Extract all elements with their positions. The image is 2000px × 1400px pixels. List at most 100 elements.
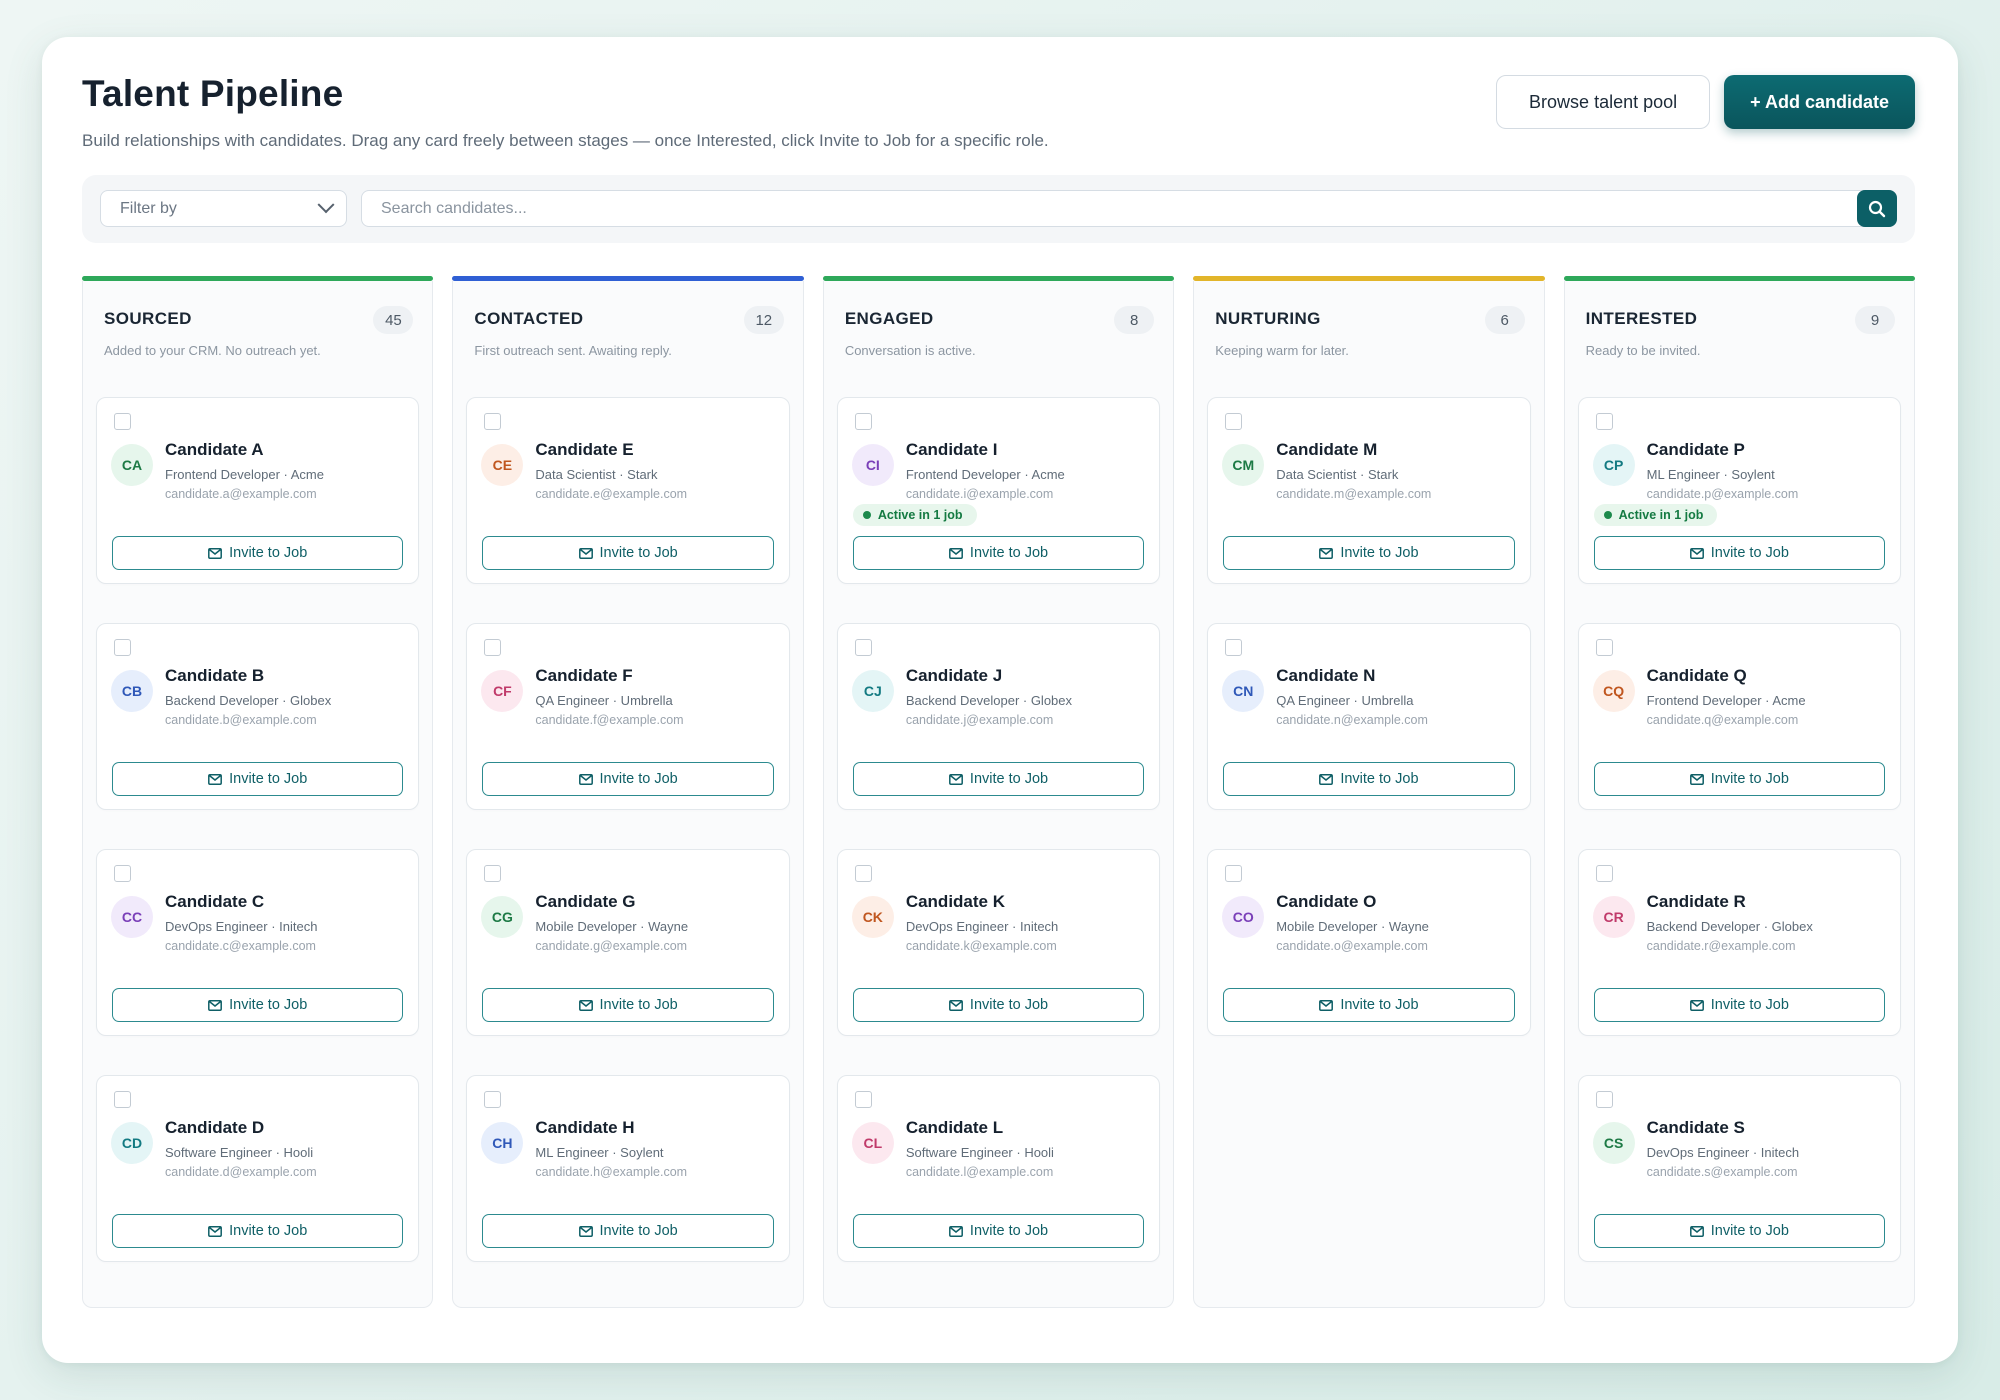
select-checkbox[interactable] [1225,865,1243,882]
add-candidate-button[interactable]: + Add candidate [1724,75,1915,129]
select-checkbox[interactable] [484,413,502,430]
candidate-card[interactable]: CR Candidate R Backend Developer · Globe… [1577,849,1902,1036]
invite-to-job-button[interactable]: Invite to Job [1223,536,1515,570]
mail-icon [948,773,963,785]
candidate-email: candidate.g@example.com [535,939,688,953]
filter-by-select[interactable]: Filter by [100,190,347,227]
invite-label: Invite to Job [1710,771,1789,787]
pipeline-column-interested[interactable]: INTERESTED 9 Ready to be invited. CP Can… [1563,276,1916,1308]
select-checkbox[interactable] [1595,1091,1613,1108]
candidate-card[interactable]: CF Candidate F QA Engineer · Umbrella ca… [466,623,790,810]
select-checkbox[interactable] [854,1091,872,1108]
candidate-card[interactable]: CI Candidate I Frontend Developer · Acme… [836,397,1161,584]
active-job-label: Active in 1 job [1618,508,1704,522]
candidate-card[interactable]: CO Candidate O Mobile Developer · Wayne … [1207,849,1531,1036]
invite-to-job-button[interactable]: Invite to Job [482,1214,774,1248]
invite-to-job-button[interactable]: Invite to Job [1593,1214,1886,1248]
candidate-card[interactable]: CA Candidate A Frontend Developer · Acme… [96,397,420,584]
candidate-card[interactable]: CG Candidate G Mobile Developer · Wayne … [466,849,790,1036]
column-title: SOURCED [104,309,192,328]
avatar: CL [851,1122,894,1164]
select-checkbox[interactable] [484,1091,502,1108]
candidate-card[interactable]: CC Candidate C DevOps Engineer · Initech… [96,849,420,1036]
invite-label: Invite to Job [229,997,308,1013]
select-checkbox[interactable] [854,639,872,656]
mail-icon [1689,1225,1704,1237]
candidate-card[interactable]: CH Candidate H ML Engineer · Soylent can… [466,1075,790,1262]
invite-to-job-button[interactable]: Invite to Job [1223,988,1515,1022]
select-checkbox[interactable] [114,639,131,656]
pipeline-column-nurturing[interactable]: NURTURING 6 Keeping warm for later. CM C… [1193,276,1546,1308]
invite-to-job-button[interactable]: Invite to Job [1223,762,1515,796]
candidate-card[interactable]: CL Candidate L Software Engineer · Hooli… [836,1075,1161,1262]
candidate-card[interactable]: CJ Candidate J Backend Developer · Globe… [836,623,1161,810]
column-description: First outreach sent. Awaiting reply. [474,343,672,358]
candidate-name: Candidate I [905,440,998,459]
candidate-card[interactable]: CK Candidate K DevOps Engineer · Initech… [836,849,1161,1036]
invite-to-job-button[interactable]: Invite to Job [852,536,1145,570]
candidate-card[interactable]: CM Candidate M Data Scientist · Stark ca… [1207,397,1531,584]
column-description: Ready to be invited. [1585,343,1701,358]
invite-to-job-button[interactable]: Invite to Job [852,988,1145,1022]
select-checkbox[interactable] [854,865,872,882]
status-dot-icon [1603,511,1612,519]
column-count-badge: 8 [1114,306,1155,334]
avatar: CR [1592,896,1635,938]
candidate-card[interactable]: CD Candidate D Software Engineer · Hooli… [96,1075,420,1262]
invite-to-job-button[interactable]: Invite to Job [852,762,1145,796]
avatar: CE [481,444,524,486]
invite-to-job-button[interactable]: Invite to Job [112,1214,404,1248]
invite-to-job-button[interactable]: Invite to Job [1593,988,1886,1022]
search-input[interactable] [381,199,1857,218]
invite-to-job-button[interactable]: Invite to Job [112,988,404,1022]
candidate-card[interactable]: CQ Candidate Q Frontend Developer · Acme… [1577,623,1902,810]
select-checkbox[interactable] [1225,413,1243,430]
invite-to-job-button[interactable]: Invite to Job [482,536,774,570]
pipeline-column-engaged[interactable]: ENGAGED 8 Conversation is active. CI Can… [822,276,1175,1308]
select-checkbox[interactable] [114,413,131,430]
candidate-email: candidate.k@example.com [905,939,1057,953]
invite-to-job-button[interactable]: Invite to Job [112,536,404,570]
select-checkbox[interactable] [1595,413,1613,430]
invite-to-job-button[interactable]: Invite to Job [482,988,774,1022]
invite-to-job-button[interactable]: Invite to Job [1593,762,1886,796]
select-checkbox[interactable] [114,1091,131,1108]
candidate-email: candidate.j@example.com [905,713,1054,727]
select-checkbox[interactable] [1595,639,1613,656]
pipeline-column-sourced[interactable]: SOURCED 45 Added to your CRM. No outreac… [82,276,434,1308]
select-checkbox[interactable] [484,865,502,882]
candidate-card[interactable]: CE Candidate E Data Scientist · Stark ca… [466,397,790,584]
candidate-card[interactable]: CS Candidate S DevOps Engineer · Initech… [1577,1075,1902,1262]
candidate-card[interactable]: CN Candidate N QA Engineer · Umbrella ca… [1207,623,1531,810]
filter-bar: Filter by [82,175,1915,243]
select-checkbox[interactable] [114,865,131,882]
candidate-card[interactable]: CP Candidate P ML Engineer · Soylent can… [1577,397,1902,584]
page-subtitle: Build relationships with candidates. Dra… [82,131,1049,150]
invite-to-job-button[interactable]: Invite to Job [112,762,404,796]
select-checkbox[interactable] [484,639,502,656]
candidate-email: candidate.d@example.com [165,1165,317,1179]
pipeline-column-contacted[interactable]: CONTACTED 12 First outreach sent. Awaiti… [452,276,805,1308]
search-icon [1868,200,1886,217]
avatar: CH [481,1122,524,1164]
invite-to-job-button[interactable]: Invite to Job [1593,536,1886,570]
candidate-card[interactable]: CB Candidate B Backend Developer · Globe… [96,623,420,810]
select-checkbox[interactable] [1225,639,1243,656]
avatar: CG [481,896,524,938]
column-header: SOURCED 45 Added to your CRM. No outreac… [96,295,419,397]
mail-icon [208,547,223,559]
browse-talent-pool-button[interactable]: Browse talent pool [1496,75,1711,129]
search-button[interactable] [1857,190,1897,227]
candidate-email: candidate.a@example.com [165,487,317,501]
invite-to-job-button[interactable]: Invite to Job [482,762,774,796]
page-header: Talent Pipeline Build relationships with… [82,73,1915,163]
select-checkbox[interactable] [1595,865,1613,882]
avatar: CF [481,670,524,712]
column-title: CONTACTED [474,309,584,328]
candidate-email: candidate.e@example.com [535,487,688,501]
invite-to-job-button[interactable]: Invite to Job [852,1214,1145,1248]
mail-icon [1319,773,1334,785]
candidate-role: QA Engineer · Umbrella [1276,693,1414,708]
select-checkbox[interactable] [854,413,872,430]
invite-label: Invite to Job [599,545,678,561]
